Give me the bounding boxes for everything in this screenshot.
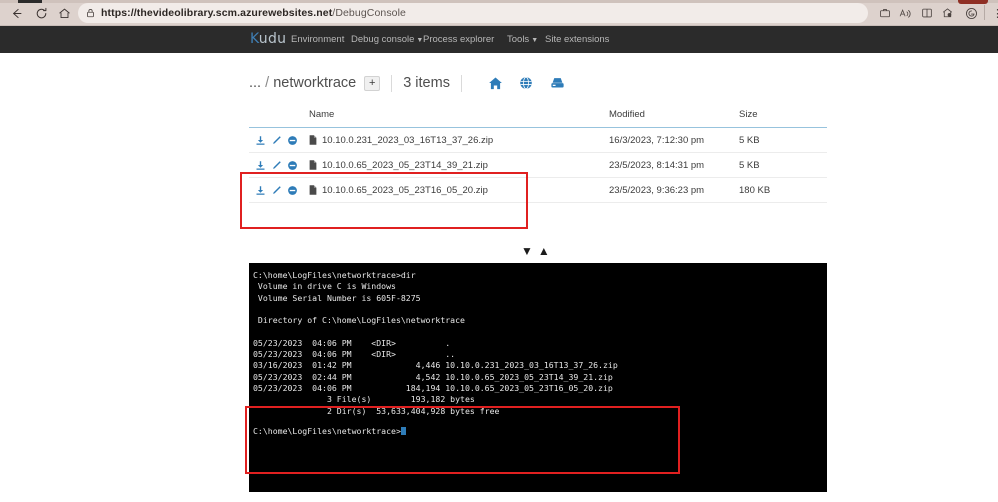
file-modified-cell: 16/3/2023, 7:12:30 pm [609, 127, 739, 153]
address-bar[interactable]: https://thevideolibrary.scm.azurewebsite… [78, 3, 868, 23]
nav-item-debug-console[interactable]: Debug console ▼ [351, 34, 423, 45]
file-size-cell: 5 KB [739, 127, 827, 153]
home-icon[interactable] [487, 75, 504, 92]
console-resize-controls: ▼ ▲ [521, 245, 550, 257]
edit-pencil-icon[interactable] [270, 134, 282, 146]
edit-pencil-icon[interactable] [270, 184, 282, 196]
chevron-up-icon[interactable]: ▲ [538, 245, 550, 257]
row-actions [254, 184, 309, 196]
delete-icon[interactable] [286, 184, 298, 196]
chevron-down-icon: ▼ [531, 37, 539, 44]
file-name-text: 10.10.0.231_2023_03_16T13_37_26.zip [322, 134, 494, 146]
save-disk-icon[interactable] [549, 75, 566, 92]
console-prompt-line[interactable]: C:\home\LogFiles\networktrace> [253, 426, 406, 436]
file-icon [309, 185, 317, 195]
console-cursor [400, 426, 406, 435]
profile-icon[interactable] [963, 5, 980, 21]
kudu-logo-rest: udu [258, 31, 287, 47]
items-count: 3 items [403, 75, 450, 91]
col-header-size[interactable]: Size [739, 103, 827, 128]
file-name-text: 10.10.0.65_2023_05_23T14_39_21.zip [322, 159, 488, 171]
nav-item-debug-console-label: Debug console [351, 34, 415, 45]
delete-icon[interactable] [286, 134, 298, 146]
breadcrumb-path: ... / networktrace [249, 75, 356, 91]
nav-item-tools[interactable]: Tools ▼ [507, 34, 538, 45]
breadcrumb: ... / networktrace + 3 items [249, 71, 566, 95]
breadcrumb-divider [460, 74, 462, 92]
tab-active[interactable] [958, 0, 988, 4]
globe-icon[interactable] [518, 75, 535, 92]
kudu-logo-k: K [250, 31, 259, 47]
file-name-cell[interactable]: 10.10.0.65_2023_05_23T14_39_21.zip [309, 152, 609, 178]
chevron-down-icon[interactable]: ▼ [521, 245, 533, 257]
file-name-cell[interactable]: 10.10.0.231_2023_03_16T13_37_26.zip [309, 127, 609, 153]
nav-item-tools-label: Tools [507, 34, 530, 45]
page-content: ... / networktrace + 3 items Name Modifi… [0, 53, 998, 502]
toolbar-divider [984, 5, 985, 20]
back-arrow-icon[interactable] [6, 4, 26, 22]
file-list-body: 10.10.0.231_2023_03_16T13_37_26.zip 16/3… [249, 127, 827, 203]
file-name: 10.10.0.65_2023_05_23T14_39_21.zip [309, 160, 609, 171]
file-name-text: 10.10.0.65_2023_05_23T16_05_20.zip [322, 184, 488, 196]
add-folder-button[interactable]: + [364, 75, 381, 91]
edit-pencil-icon[interactable] [270, 159, 282, 171]
row-actions-cell [249, 152, 309, 178]
nav-item-site-extensions[interactable]: Site extensions [545, 34, 609, 45]
file-icon [309, 160, 317, 170]
row-actions-cell [249, 127, 309, 153]
row-actions [254, 159, 309, 171]
tab-inactive[interactable] [18, 0, 42, 3]
table-row[interactable]: 10.10.0.231_2023_03_16T13_37_26.zip 16/3… [249, 127, 827, 153]
col-header-name[interactable]: Name [309, 103, 609, 128]
download-icon[interactable] [254, 184, 266, 196]
breadcrumb-divider [391, 74, 393, 92]
col-header-actions [249, 103, 309, 128]
console-prompt-text: C:\home\LogFiles\networktrace> [253, 426, 401, 436]
address-bar-url: https://thevideolibrary.scm.azurewebsite… [101, 7, 406, 19]
file-size-cell: 180 KB [739, 177, 827, 203]
file-size-cell: 5 KB [739, 152, 827, 178]
read-aloud-icon[interactable] [897, 5, 914, 21]
more-icon[interactable]: ⋮ [989, 5, 998, 21]
home-icon[interactable] [54, 4, 74, 22]
table-row[interactable]: 10.10.0.65_2023_05_23T16_05_20.zip 23/5/… [249, 177, 827, 203]
briefcase-icon[interactable] [876, 5, 893, 21]
breadcrumb-ellipsis[interactable]: ... [249, 75, 261, 91]
debug-console[interactable]: C:\home\LogFiles\networktrace>dir Volume… [249, 263, 827, 492]
breadcrumb-separator: / [265, 75, 270, 91]
reload-icon[interactable] [31, 4, 51, 22]
download-icon[interactable] [254, 159, 266, 171]
favorites-icon[interactable] [939, 5, 956, 21]
file-modified-cell: 23/5/2023, 8:14:31 pm [609, 152, 739, 178]
nav-item-site-extensions-label: Site extensions [545, 34, 610, 45]
file-list-header: Name Modified Size [249, 103, 827, 128]
kudu-logo[interactable]: Kudu [250, 31, 286, 47]
kudu-top-nav: Kudu Environment Debug console ▼ Process … [0, 26, 998, 53]
file-icon [309, 135, 317, 145]
collections-icon[interactable] [918, 5, 935, 21]
file-modified-cell: 23/5/2023, 9:36:23 pm [609, 177, 739, 203]
browser-chrome: https://thevideolibrary.scm.azurewebsite… [0, 0, 998, 26]
file-name: 10.10.0.231_2023_03_16T13_37_26.zip [309, 135, 609, 146]
breadcrumb-current-folder: networktrace [273, 75, 357, 91]
row-actions-cell [249, 177, 309, 203]
table-header-row: Name Modified Size [249, 103, 827, 128]
file-name-cell[interactable]: 10.10.0.65_2023_05_23T16_05_20.zip [309, 177, 609, 203]
lock-icon [86, 8, 95, 18]
delete-icon[interactable] [286, 159, 298, 171]
table-row[interactable]: 10.10.0.65_2023_05_23T14_39_21.zip 23/5/… [249, 152, 827, 178]
col-header-modified[interactable]: Modified [609, 103, 739, 128]
nav-item-process-explorer-label: Process explorer [423, 34, 495, 45]
nav-item-environment-label: Environment [291, 34, 345, 45]
row-actions [254, 134, 309, 146]
download-icon[interactable] [254, 134, 266, 146]
nav-item-environment[interactable]: Environment [291, 34, 344, 45]
file-list-table: Name Modified Size 10.10.0.231_2023_03_1… [249, 103, 827, 203]
console-output: C:\home\LogFiles\networktrace>dir Volume… [253, 270, 618, 416]
nav-item-process-explorer[interactable]: Process explorer [423, 34, 494, 45]
file-name: 10.10.0.65_2023_05_23T16_05_20.zip [309, 185, 609, 196]
